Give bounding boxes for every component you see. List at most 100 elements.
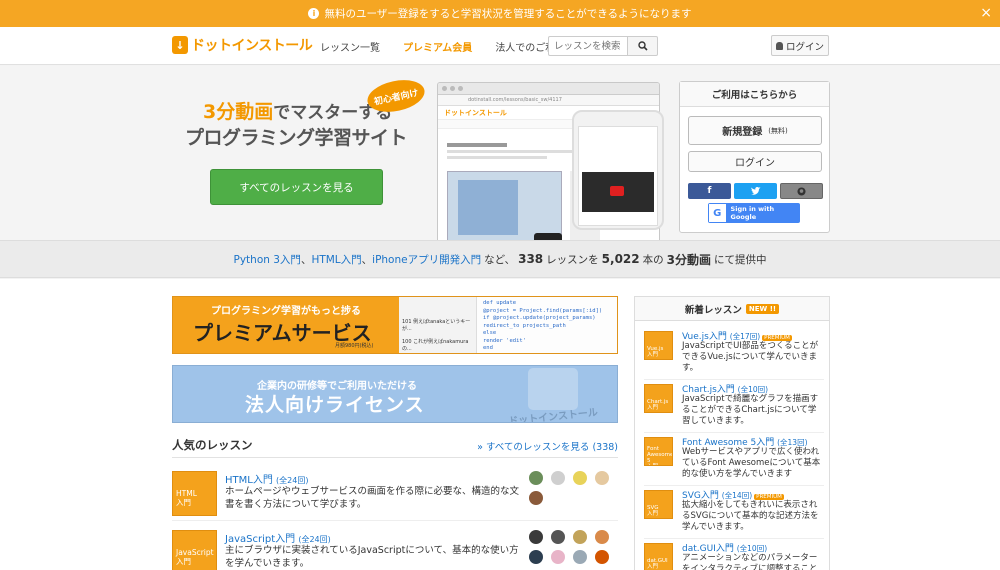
avatar[interactable] (595, 471, 609, 485)
stats-separator: 、 (300, 253, 312, 266)
lesson-item: JavaScript 入門 JavaScript入門 (全24回) 主にブラウザ… (172, 522, 618, 570)
new-lesson-thumbnail-label: Chart.js 入門 (647, 399, 669, 411)
videos-unit: 本の (642, 253, 664, 266)
new-lessons-title: 新着レッスン NEW !! (635, 297, 829, 321)
avatar[interactable] (551, 550, 565, 564)
new-lesson-thumbnail[interactable]: Chart.js 入門 (644, 384, 673, 413)
new-lesson-count: (全17回) (729, 332, 761, 341)
lesson-title-link[interactable]: HTML入門 (全24回) (225, 471, 308, 486)
corporate-banner[interactable]: 企業内の研修等でご利用いただける 法人向けライセンス ドットインストール (172, 365, 618, 423)
hero-headline: 3分動画でマスターする (203, 97, 392, 124)
avatar[interactable] (573, 471, 587, 485)
google-icon: G (709, 204, 726, 222)
lesson-thumbnail[interactable]: HTML 入門 (172, 471, 217, 516)
new-lesson-thumbnail[interactable]: Font Awesome 5 入門 (644, 437, 673, 466)
stats-text-mid: など、 (484, 253, 516, 266)
avatar[interactable] (573, 550, 587, 564)
phone-screenshot (572, 110, 664, 230)
header-login-button[interactable]: ログイン (771, 35, 829, 56)
lessons-count: 338 (518, 252, 544, 266)
code-line: else (483, 330, 497, 336)
lesson-thumbnail[interactable]: JavaScript 入門 (172, 530, 217, 570)
close-icon[interactable]: × (980, 5, 992, 21)
new-lesson-item: Font Awesome 5 入門 Font Awesome 5入門 (全13回… (644, 433, 824, 486)
register-note: (無料) (768, 126, 788, 135)
premium-banner-price: 月額980円(税込) (335, 343, 374, 349)
stat-link-python[interactable]: Python 3入門 (234, 252, 301, 267)
search-form (548, 36, 658, 56)
user-icon (775, 41, 783, 50)
site-header: ↓ ドットインストール レッスン一覧 プレミアム会員 法人でのご利用 ログイン (0, 27, 1000, 65)
premium-banner[interactable]: プログラミング学習がもっと捗る プレミアムサービス 月額980円(税込) 101… (172, 296, 618, 354)
new-lesson-description: JavaScriptで綺麗なグラフを描画することができるChart.jsについて… (682, 394, 819, 426)
stats-suffix: にて提供中 (713, 253, 767, 266)
new-lesson-thumbnail[interactable]: Vue.js 入門 (644, 331, 673, 360)
search-input[interactable] (548, 36, 628, 56)
notice-text[interactable]: 無料のユーザー登録をすると学習状況を管理することができるようになります (324, 6, 691, 21)
code-line: @project = Project.find(params[:id]) (483, 307, 603, 314)
new-lesson-description: 拡大縮小をしてもきれいに表示されるSVGについて基本的な記述方法を学んでいきます… (682, 500, 819, 532)
avatar[interactable] (595, 530, 609, 544)
videos-count: 5,022 (601, 252, 640, 266)
twitter-login-button[interactable] (734, 183, 777, 199)
new-lessons-panel: 新着レッスン NEW !! Vue.js 入門 Vue.js入門 (全17回) P… (634, 296, 830, 570)
nav-lessons[interactable]: レッスン一覧 (320, 39, 380, 54)
new-badge: NEW !! (745, 303, 780, 314)
avatar[interactable] (529, 550, 543, 564)
logo-icon: ↓ (172, 36, 188, 54)
stat-link-iphone[interactable]: iPhoneアプリ開発入門 (372, 252, 481, 267)
learner-avatars (529, 471, 619, 511)
nav-premium[interactable]: プレミアム会員 (403, 39, 472, 54)
register-button[interactable]: 新規登録 (無料) (688, 116, 822, 145)
facebook-login-button[interactable]: f (688, 183, 731, 199)
new-lesson-description: アニメーションなどのパラメーターをインタラクティブに調整することができるdat.… (682, 553, 818, 570)
google-signin-button[interactable]: G Sign in with Google (708, 203, 800, 223)
avatar[interactable] (573, 530, 587, 544)
new-lesson-thumbnail[interactable]: dat.GUI 入門 (644, 543, 673, 570)
new-lesson-count: (全10回) (736, 544, 768, 553)
search-button[interactable] (628, 36, 658, 56)
new-lesson-thumbnail-label: dat.GUI 入門 (647, 558, 668, 570)
new-lesson-thumbnail-label: SVG 入門 (647, 505, 659, 517)
lesson-description: 主にブラウザに実装されているJavaScriptについて、基本的な使い方を学んで… (225, 545, 519, 569)
divider (172, 457, 618, 458)
lessons-unit: レッスンを (546, 253, 599, 266)
logo-text: ドットインストール (191, 38, 313, 54)
lesson-title-link[interactable]: JavaScript入門 (全24回) (225, 530, 331, 545)
stats-strip: Python 3入門、 HTML入門、 iPhoneアプリ開発入門 など、 33… (0, 240, 1000, 278)
github-icon (797, 186, 806, 196)
corporate-banner-title: 法人向けライセンス (245, 394, 425, 416)
avatar[interactable] (529, 471, 543, 485)
register-label: 新規登録 (722, 127, 763, 138)
github-login-button[interactable] (780, 183, 823, 199)
play-icon (610, 186, 624, 196)
learner-avatars (529, 530, 619, 570)
login-panel: ご利用はこちらから 新規登録 (無料) ログイン f G Sign in with… (679, 81, 830, 233)
new-lesson-thumbnail[interactable]: SVG 入門 (644, 490, 673, 519)
new-lesson-description: Webサービスやアプリで広く使われているFont Awesomeについて基本的な… (682, 447, 821, 479)
avatar[interactable] (529, 530, 543, 544)
login-button[interactable]: ログイン (688, 151, 822, 172)
avatar[interactable] (595, 550, 609, 564)
new-lesson-item: Vue.js 入門 Vue.js入門 (全17回) PREMIUM JavaScr… (644, 327, 824, 380)
videos-label: 3分動画 (666, 252, 711, 267)
popular-lessons-title: 人気のレッスン (172, 438, 253, 452)
avatar[interactable] (529, 491, 543, 505)
code-line: redirect_to projects_path (483, 322, 566, 329)
avatar[interactable] (551, 530, 565, 544)
all-lessons-link[interactable]: » すべてのレッスンを見る (338) (477, 439, 618, 453)
code-snippet: def update @project = Project.find(param… (483, 300, 602, 353)
stat-link-html[interactable]: HTML入門 (311, 252, 361, 267)
header-login-label: ログイン (785, 41, 824, 53)
new-lesson-thumbnail-label: Vue.js 入門 (647, 346, 664, 358)
avatar[interactable] (551, 471, 565, 485)
premium-banner-code-preview: 101 例えばtanakaというキーが... 100 これが例えばnakamur… (399, 297, 617, 353)
site-logo[interactable]: ↓ ドットインストール (172, 35, 313, 55)
code-line: def update (483, 300, 517, 306)
all-lessons-button[interactable]: すべてのレッスンを見る (210, 169, 383, 205)
social-login: f (688, 183, 826, 199)
corporate-logo-icon (528, 368, 578, 410)
notice-bar: i 無料のユーザー登録をすると学習状況を管理することができるようになります × (0, 0, 1000, 27)
facebook-icon: f (707, 186, 712, 196)
hero-subheadline: プログラミング学習サイト (185, 127, 408, 149)
